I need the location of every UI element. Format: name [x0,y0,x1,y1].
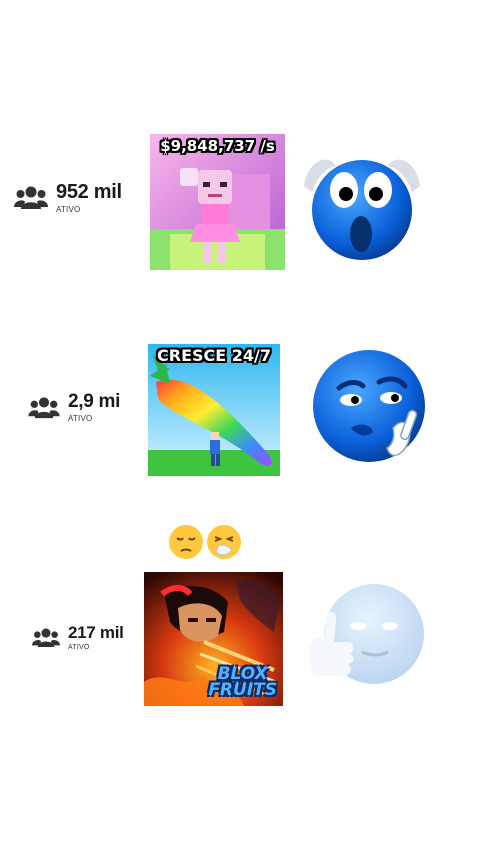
game-thumbnail-3[interactable]: BLOX FRUITS [144,572,283,706]
active-player-count: 2,9 mi [68,391,121,412]
sneezing-face-icon [207,525,241,559]
active-label: ATIVO [68,414,93,423]
users-group-icon [14,186,48,209]
active-player-count: 217 mil [68,623,124,642]
active-label: ATIVO [68,644,90,651]
thumbnail-caption: $9,848,737 /s [160,137,275,155]
logo-line-2: FRUITS [208,679,277,700]
blox-fruits-logo: BLOX FRUITS [208,665,277,700]
game-thumbnail-2[interactable]: CRESCE 24/7 [148,344,280,476]
active-label: ATIVO [56,205,81,214]
game-row-2[interactable]: 2,9 mi ATIVO CRESCE 24/7 [0,344,480,476]
game-thumbnail-1[interactable]: $9,848,737 /s [150,134,285,270]
users-group-icon [28,396,60,418]
game-row-1[interactable]: 952 mil ATIVO $9,848,737 /s [0,134,480,270]
active-player-count: 952 mil [56,181,122,203]
thumbnail-caption: CRESCE 24/7 [157,346,271,365]
fading-thumbs-up-face-icon [310,584,424,684]
player-stat-3: 217 mil ATIVO [32,624,124,651]
shocked-blue-face-icon [304,159,420,260]
pensive-face-icon [169,525,203,559]
game-row-3[interactable]: 217 mil ATIVO BLOX FRUITS [0,572,480,706]
reaction-emojis [168,524,242,560]
player-stat-2: 2,9 mi ATIVO [28,392,120,423]
player-stat-1: 952 mil ATIVO [14,182,122,214]
users-group-icon [32,628,60,647]
smug-blue-face-icon [313,350,425,462]
